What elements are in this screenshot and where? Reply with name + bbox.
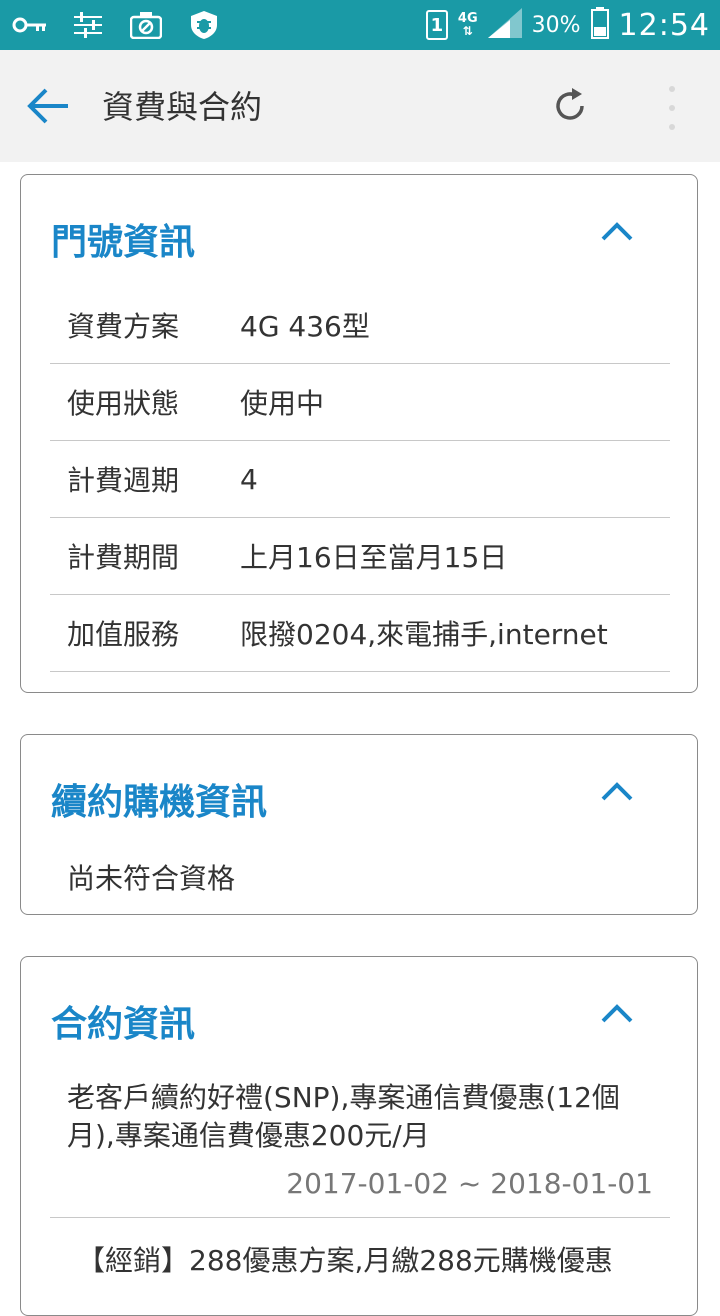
overflow-menu-icon[interactable] (660, 86, 684, 130)
info-row-status: 使用狀態 使用中 (50, 364, 670, 441)
signal-icon (487, 8, 522, 42)
line-info-title: 門號資訊 (51, 222, 196, 263)
row-label: 計費期間 (67, 541, 180, 574)
shield-bug-icon (186, 10, 222, 40)
row-value: 4 (240, 462, 258, 496)
contract-info-card: 合約資訊 老客戶續約好禮(SNP),專案通信費優惠(12個月),專案通信費優惠2… (20, 956, 698, 1316)
info-row-billing-period: 計費期間 上月16日至當月15日 (50, 518, 670, 595)
app-bar: 資費與合約 (0, 50, 720, 162)
row-label: 加值服務 (67, 618, 180, 651)
chevron-up-icon[interactable] (599, 219, 635, 243)
info-row-plan: 資費方案 4G 436型 (50, 287, 670, 364)
contract-info-title: 合約資訊 (51, 1004, 196, 1045)
camera-off-icon (128, 10, 164, 40)
status-bar: 1 4G ⇅ 30% 12:54 (0, 0, 720, 50)
battery-icon (590, 7, 609, 43)
sim-icon: 1 (425, 10, 448, 40)
equalizer-icon (70, 10, 106, 40)
row-value: 限撥0204,來電捕手,internet (240, 618, 608, 651)
back-arrow-icon[interactable] (26, 86, 72, 126)
line-info-card: 門號資訊 資費方案 4G 436型 使用狀態 使用中 計費週期 4 計費期間 上… (20, 174, 698, 693)
row-label: 使用狀態 (67, 387, 180, 420)
battery-percent: 30% (531, 12, 581, 38)
info-row-value-added: 加值服務 限撥0204,來電捕手,internet (50, 595, 670, 672)
key-icon (12, 10, 48, 40)
row-value: 使用中 (240, 387, 325, 420)
line-info-rows: 資費方案 4G 436型 使用狀態 使用中 計費週期 4 計費期間 上月16日至… (50, 287, 670, 672)
contract-item-text: 【經銷】288優惠方案,月繳288元購機優惠 (77, 1244, 613, 1277)
contract-item-text: 老客戶續約好禮(SNP),專案通信費優惠(12個月),專案通信費優惠200元/月 (67, 1081, 620, 1152)
clock: 12:54 (618, 7, 710, 43)
info-row-billing-cycle: 計費週期 4 (50, 441, 670, 518)
row-label: 計費週期 (67, 464, 180, 497)
network-indicator: 4G ⇅ (457, 11, 478, 38)
renewal-info-title: 續約購機資訊 (51, 782, 268, 823)
contract-item-date: 2017-01-02 ~ 2018-01-01 (286, 1167, 653, 1200)
chevron-up-icon[interactable] (599, 779, 635, 803)
row-value: 上月16日至當月15日 (240, 541, 508, 574)
divider (50, 1217, 670, 1218)
chevron-up-icon[interactable] (599, 1001, 635, 1025)
renewal-status-text: 尚未符合資格 (67, 862, 236, 895)
renewal-info-card: 續約購機資訊 尚未符合資格 (20, 734, 698, 915)
row-label: 資費方案 (67, 310, 180, 343)
row-value: 4G 436型 (240, 310, 370, 343)
page-title: 資費與合約 (102, 88, 263, 126)
refresh-icon[interactable] (548, 84, 592, 128)
